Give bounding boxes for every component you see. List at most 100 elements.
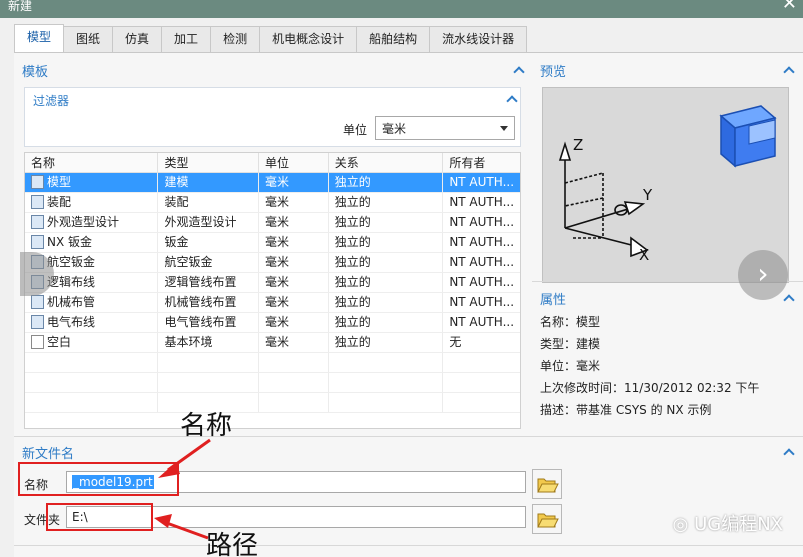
collapse-properties-icon[interactable] (784, 293, 794, 303)
filter-title: 过滤器 (33, 94, 70, 108)
table-row[interactable]: 装配 装配 毫米 独立的 NT AUTH... (25, 193, 520, 213)
cell-type: 建模 (158, 173, 260, 192)
table-row[interactable]: 航空钣金 航空钣金 毫米 独立的 NT AUTH... (25, 253, 520, 273)
prop-desc-value: 带基准 CSYS 的 NX 示例 (576, 403, 712, 417)
cell-relation: 独立的 (329, 253, 444, 272)
tab-model[interactable]: 模型 (14, 24, 65, 52)
cell-name: 机械布管 (25, 293, 159, 312)
cell-text: 装配 (47, 195, 72, 209)
tab-simulation[interactable]: 仿真 (112, 26, 163, 52)
collapse-filter-icon[interactable] (507, 94, 517, 104)
cell-text: 独立的 (334, 255, 371, 269)
cell-owner: 无 (443, 333, 520, 352)
annotation-path: 路径 (206, 531, 259, 557)
table-row[interactable]: NX 钣金 钣金 毫米 独立的 NT AUTH... (25, 233, 520, 253)
tab-ship-structure[interactable]: 船舶结构 (356, 26, 431, 52)
browse-name-button[interactable] (532, 469, 562, 499)
cell-text: NT AUTH... (449, 275, 515, 289)
cell-unit: 毫米 (259, 333, 329, 352)
cell-text: 钣金 (164, 235, 189, 249)
cell-owner: NT AUTH... (443, 293, 520, 312)
unit-select[interactable]: 毫米 (375, 116, 515, 140)
col-unit-header[interactable]: 单位 (259, 153, 329, 172)
empty-cell (158, 373, 260, 392)
cell-relation: 独立的 (329, 213, 444, 232)
cell-text: NT AUTH... (449, 215, 515, 229)
cell-owner: NT AUTH... (443, 233, 520, 252)
col-owner-header[interactable]: 所有者 (443, 153, 520, 172)
cell-text: 逻辑管线布置 (164, 275, 237, 289)
unit-select-value: 毫米 (382, 122, 407, 136)
prop-modified-value: 11/30/2012 02:32 下午 (624, 381, 760, 395)
empty-cell (25, 373, 159, 392)
collapse-templates-icon[interactable] (514, 65, 524, 75)
cell-text: 独立的 (334, 175, 371, 189)
tab-bar: 模型 图纸 仿真 加工 检测 机电概念设计 船舶结构 流水线设计器 (14, 24, 528, 52)
cell-name: 电气布线 (25, 313, 159, 332)
table-row[interactable]: 模型 建模 毫米 独立的 NT AUTH... (25, 173, 520, 193)
empty-cell (259, 353, 329, 372)
empty-cell (25, 393, 159, 412)
browse-folder-button[interactable] (532, 504, 562, 534)
table-row[interactable]: 逻辑布线 逻辑管线布置 毫米 独立的 NT AUTH... (25, 273, 520, 293)
tab-manufacturing[interactable]: 加工 (161, 26, 212, 52)
table-row[interactable]: 电气布线 电气管线布置 毫米 独立的 NT AUTH... (25, 313, 520, 333)
cell-name: 装配 (25, 193, 159, 212)
tab-inspection[interactable]: 检测 (210, 26, 261, 52)
cell-type: 基本环境 (158, 333, 260, 352)
next-arrow-button[interactable]: › (738, 250, 788, 300)
prop-modified-label: 上次修改时间： (540, 381, 625, 395)
tab-line-designer[interactable]: 流水线设计器 (429, 26, 528, 52)
template-icon (31, 295, 44, 309)
cell-type: 电气管线布置 (158, 313, 260, 332)
cell-owner: NT AUTH... (443, 193, 520, 212)
cell-owner: NT AUTH... (443, 213, 520, 232)
folder-highlight-box (46, 503, 153, 531)
cell-type: 装配 (158, 193, 260, 212)
cell-unit: 毫米 (259, 193, 329, 212)
cell-text: 逻辑布线 (47, 275, 96, 289)
prop-name-row: 名称：模型 (540, 311, 759, 333)
tab-drawing[interactable]: 图纸 (63, 26, 114, 52)
table-row[interactable]: 外观造型设计 外观造型设计 毫米 独立的 NT AUTH... (25, 213, 520, 233)
new-file-section-title: 新文件名 (22, 447, 75, 462)
prop-unit-value: 毫米 (576, 359, 601, 373)
col-type-header[interactable]: 类型 (158, 153, 260, 172)
empty-cell (443, 353, 520, 372)
cell-text: 独立的 (334, 275, 371, 289)
tab-mechatronics[interactable]: 机电概念设计 (259, 26, 358, 52)
cell-text: 无 (449, 335, 462, 349)
cell-text: 毫米 (265, 235, 290, 249)
col-relation-header[interactable]: 关系 (329, 153, 444, 172)
empty-cell (329, 393, 444, 412)
properties-panel: 名称：模型 类型：建模 单位：毫米 上次修改时间：11/30/2012 02:3… (540, 311, 759, 421)
chevron-down-icon (500, 126, 508, 131)
collapse-preview-icon[interactable] (784, 65, 794, 75)
template-icon (31, 215, 44, 229)
watermark-text: UG编程NX (694, 514, 783, 535)
cell-text: 独立的 (334, 235, 371, 249)
prop-unit-label: 单位： (540, 359, 577, 373)
cell-name: NX 钣金 (25, 233, 159, 252)
template-icon (31, 235, 44, 249)
new-file-divider (14, 436, 803, 437)
table-row[interactable]: 机械布管 机械管线布置 毫米 独立的 NT AUTH... (25, 293, 520, 313)
prop-type-row: 类型：建模 (540, 333, 759, 355)
cell-name: 模型 (25, 173, 159, 192)
templates-table: 名称 类型 单位 关系 所有者 模型 建模 毫米 独立的 NT AUTH... 装配 装配毫… (24, 152, 521, 429)
close-icon[interactable]: ✕ (782, 0, 797, 13)
prop-modified-row: 上次修改时间：11/30/2012 02:32 下午 (540, 377, 759, 399)
cell-type: 外观造型设计 (158, 213, 260, 232)
cell-text: NT AUTH... (449, 235, 515, 249)
table-row[interactable]: 空白 基本环境 毫米 独立的 无 (25, 333, 520, 353)
folder-open-icon (537, 478, 559, 493)
empty-cell (25, 353, 159, 372)
cell-text: 独立的 (334, 335, 371, 349)
prop-name-value: 模型 (576, 315, 601, 329)
col-name-header[interactable]: 名称 (25, 153, 159, 172)
cell-unit: 毫米 (259, 173, 329, 192)
cell-name: 空白 (25, 333, 159, 352)
folder-open-icon (537, 513, 559, 528)
collapse-new-file-icon[interactable] (784, 447, 794, 457)
cell-text: 毫米 (265, 175, 290, 189)
